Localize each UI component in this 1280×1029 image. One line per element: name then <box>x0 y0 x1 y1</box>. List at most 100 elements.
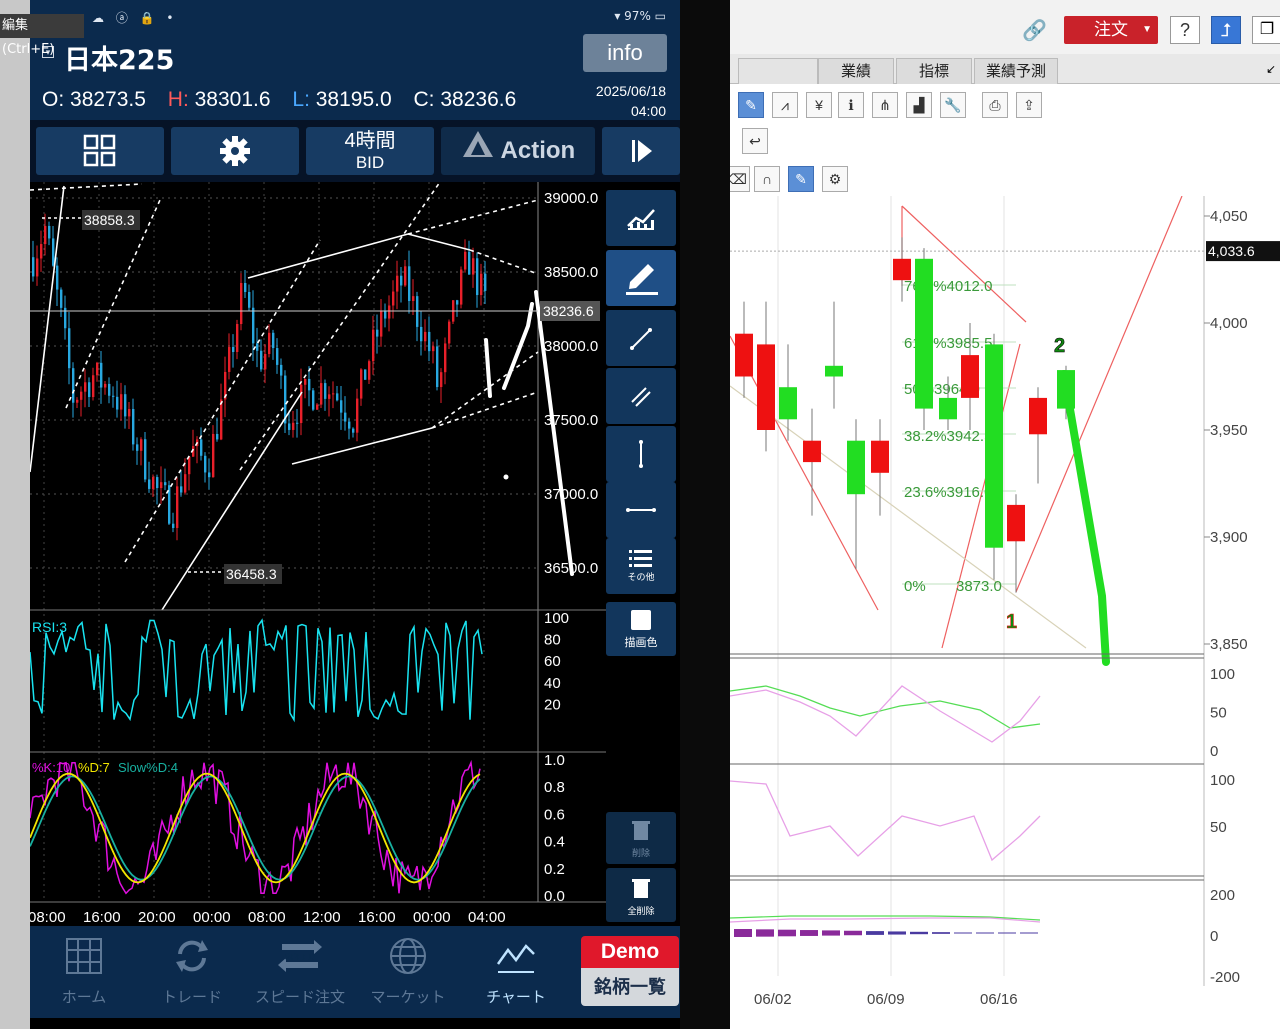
candle-body <box>424 331 427 342</box>
layout-button[interactable] <box>36 127 164 175</box>
order-button[interactable]: 注文 ▼ <box>1064 16 1158 44</box>
trendline-tool-button[interactable] <box>606 310 676 366</box>
my-indicator-icon[interactable]: ⋔ <box>872 92 898 118</box>
nav-market-label: マーケット <box>370 989 446 1006</box>
link-icon[interactable]: 🔗 <box>1022 18 1047 43</box>
candle-body <box>180 486 183 493</box>
vertical-line-tool-button[interactable] <box>606 426 676 482</box>
candle-body <box>136 444 139 451</box>
draw-color-button[interactable]: 描画色 <box>606 602 676 656</box>
time-tick-label: 08:00 <box>30 909 66 926</box>
nav-market[interactable]: マーケット <box>354 934 462 1014</box>
volume-icon[interactable]: ▟ <box>906 92 932 118</box>
print-icon[interactable]: ⎙ <box>982 92 1008 118</box>
tab-indicators[interactable]: 指標 <box>896 58 972 84</box>
candle-body <box>144 439 147 480</box>
histogram-bar <box>954 932 972 934</box>
candle-body <box>188 456 191 475</box>
action-button[interactable]: Action <box>441 127 595 175</box>
candle-body <box>460 269 463 305</box>
desktop-chart-app: 🔗 注文 ▼ ? ⮥ ❐ 業績 指標 業績予測 ↙ ✎ ⩘ ¥ ℹ ⋔ ▟ 🔧 ⎙… <box>730 0 1280 1029</box>
delete-all-button[interactable]: 全削除 <box>606 868 676 922</box>
price-tick-label: 38000.0 <box>544 338 598 355</box>
more-tools-button[interactable]: その他 <box>606 538 676 594</box>
info-button[interactable]: info <box>583 34 667 72</box>
candle-body <box>408 266 411 301</box>
tab-results[interactable]: 業績 <box>818 58 894 84</box>
pencil-icon[interactable]: ✎ <box>738 92 764 118</box>
desktop-chart-background <box>730 196 1280 1029</box>
candle-body <box>92 375 95 398</box>
price-tick-label: 38500.0 <box>544 264 598 281</box>
undo-icon[interactable]: ↩ <box>742 128 768 154</box>
wave-label-1: 1 <box>1006 611 1017 633</box>
wrench-icon[interactable]: 🔧 <box>940 92 966 118</box>
candle-body <box>356 398 359 433</box>
open-key: O: <box>42 88 65 111</box>
time-tick-label: 12:00 <box>303 909 341 926</box>
demo-panel[interactable]: Demo 銘柄一覧 <box>581 936 679 1006</box>
nav-home-label: ホーム <box>61 989 107 1006</box>
candle-body <box>296 422 299 424</box>
indicator-tool-button[interactable] <box>606 190 676 246</box>
candle-body <box>96 362 99 376</box>
chart-indicator-icon <box>627 209 655 230</box>
pen-settings-icon[interactable]: ✎ <box>788 166 814 192</box>
candle-body <box>847 440 865 495</box>
navigate-button[interactable]: ⮥ <box>1211 16 1241 44</box>
candle-body <box>893 258 911 281</box>
chart-area[interactable]: 39000.038500.038000.037500.037000.036500… <box>30 182 606 926</box>
nav-speed-order[interactable]: SPEED スピード注文 <box>246 934 354 1014</box>
channel-tool-button[interactable] <box>606 368 676 424</box>
help-button[interactable]: ? <box>1170 16 1200 44</box>
period-button[interactable]: 4時間 BID <box>306 127 434 175</box>
candle-body <box>272 332 275 349</box>
eraser-icon[interactable]: ⌫ <box>730 166 750 192</box>
info-icon[interactable]: ℹ <box>838 92 864 118</box>
close-key: C: <box>413 88 435 111</box>
delete-button[interactable]: 削除 <box>606 812 676 864</box>
desktop-chart-area[interactable]: 4,0504,0003,9503,9003,8504,033.676.4%401… <box>730 196 1280 1029</box>
candle-body <box>1007 504 1025 542</box>
window-button[interactable]: ❐ <box>1252 16 1280 44</box>
resize-icon[interactable]: ↙ <box>1266 62 1276 76</box>
candle-body <box>392 291 395 306</box>
demo-badge: Demo <box>581 936 679 968</box>
settings-button[interactable] <box>171 127 299 175</box>
nav-chart[interactable]: チャート <box>462 934 570 1014</box>
symbol-list-button[interactable]: 銘柄一覧 <box>581 968 679 1006</box>
nav-trade[interactable]: トレード <box>138 934 246 1014</box>
histogram-bar <box>756 929 774 937</box>
vertical-line-icon <box>639 440 643 468</box>
histogram-bar <box>800 930 818 936</box>
notification-icons: ☁ ⓐ 🔒 • <box>92 11 178 25</box>
nav-home[interactable]: ホーム <box>30 934 138 1014</box>
pen-tool-button[interactable] <box>606 250 676 306</box>
yen-icon[interactable]: ¥ <box>806 92 832 118</box>
candle-body <box>396 275 399 292</box>
candle-body <box>388 305 391 319</box>
candle-body <box>132 409 135 445</box>
candle-body <box>48 225 51 239</box>
date-tick-label: 06/02 <box>754 991 792 1008</box>
play-button[interactable] <box>602 127 680 175</box>
current-price-label: 38236.6 <box>543 303 594 319</box>
candle-body <box>456 300 459 305</box>
price-tick-label: 4,000 <box>1210 315 1248 332</box>
horizontal-line-icon <box>626 508 656 512</box>
candle-body <box>484 273 487 291</box>
tab-empty[interactable] <box>738 58 818 84</box>
trade-arrows-icon <box>176 940 208 972</box>
tab-forecast[interactable]: 業績予測 <box>974 58 1058 84</box>
osc2-tick-label: 50 <box>1210 819 1227 836</box>
play-icon <box>632 140 652 162</box>
candle-body <box>112 395 115 397</box>
symbol-title[interactable]: 日本225 <box>64 38 174 77</box>
candle-body <box>803 440 821 463</box>
magnet-icon[interactable]: ∩ <box>754 166 780 192</box>
candle-body <box>68 328 71 369</box>
horizontal-line-tool-button[interactable] <box>606 482 676 538</box>
wave-tool-icon[interactable]: ⩘ <box>772 92 798 118</box>
gear-icon[interactable]: ⚙ <box>822 166 848 192</box>
export-icon[interactable]: ⇪ <box>1016 92 1042 118</box>
